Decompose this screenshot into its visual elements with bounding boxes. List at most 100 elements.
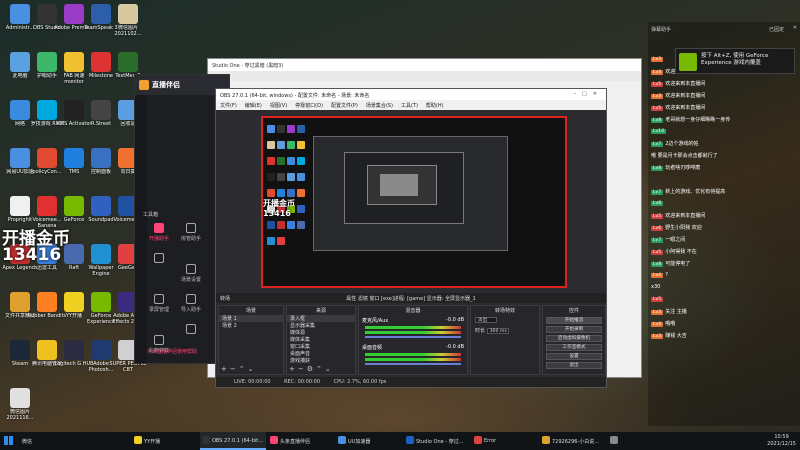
tool-button[interactable]: 导入助手 bbox=[175, 292, 207, 318]
taskbar-app[interactable]: 72926296-小白说... bbox=[540, 432, 606, 450]
preview-icon bbox=[287, 189, 295, 197]
source-item[interactable]: 游戏捕获 bbox=[287, 357, 355, 364]
tool-button[interactable]: 开播助手 bbox=[143, 221, 175, 247]
menu-item[interactable]: 工具(T) bbox=[401, 103, 418, 109]
menu-item[interactable]: 配置文件(P) bbox=[331, 103, 358, 109]
chat-message[interactable]: Lv8 可能停电了 bbox=[648, 258, 800, 270]
taskbar-app[interactable]: YY开播 bbox=[132, 432, 198, 450]
preview-icon bbox=[277, 237, 285, 245]
desktop-icon[interactable]: 微信图片 2021102... bbox=[108, 2, 148, 42]
windows-start-icon[interactable] bbox=[4, 436, 13, 445]
taskbar-app[interactable] bbox=[608, 432, 628, 450]
chat-message[interactable]: Lv3 欢迎来到本直播间 bbox=[648, 90, 800, 102]
chat-message[interactable] bbox=[648, 174, 800, 186]
menu-item[interactable]: 场景集合(S) bbox=[366, 103, 393, 109]
nested-preview-3 bbox=[367, 165, 437, 205]
tool-button[interactable]: 房管助手 bbox=[175, 221, 207, 247]
close-icon[interactable]: ✕ bbox=[793, 25, 797, 31]
chat-message[interactable]: Lv5 bbox=[648, 294, 800, 306]
scene-item[interactable]: 场景 2 bbox=[219, 322, 283, 329]
chat-pin-label[interactable]: 已固定 bbox=[769, 26, 784, 33]
taskbar-app[interactable]: 头条直播伴侣 bbox=[268, 432, 334, 450]
volume-slider[interactable] bbox=[365, 363, 461, 365]
level-badge: Lv8 bbox=[651, 118, 664, 123]
desktop-icon[interactable]: 微信图片 2021116... bbox=[0, 386, 40, 426]
tool-button[interactable]: 礼物特效 bbox=[143, 333, 175, 359]
chat-message[interactable]: x30 bbox=[648, 282, 800, 294]
tool-button[interactable]: 场景设置 bbox=[175, 262, 207, 288]
menu-item[interactable]: 停靠窗口(D) bbox=[295, 103, 323, 109]
tool-button[interactable] bbox=[175, 322, 207, 348]
source-item[interactable]: 窗口采集 bbox=[287, 343, 355, 350]
chat-message[interactable]: Lv7 一眼之间 bbox=[648, 234, 800, 246]
app-icon bbox=[10, 388, 30, 408]
message-text: ? bbox=[665, 272, 668, 278]
obs-window[interactable]: OBS 27.0.1 (64-bit, windows) - 配置文件: 未命名… bbox=[215, 88, 607, 388]
menu-item[interactable]: 编辑(E) bbox=[245, 103, 262, 109]
level-badge: Lv4 bbox=[651, 322, 664, 327]
taskbar-app[interactable]: Studio One - 穿过... bbox=[404, 432, 470, 450]
menu-item[interactable]: 文件(F) bbox=[220, 103, 237, 109]
taskbar-clock[interactable]: 10:59 2021/12/15 bbox=[767, 434, 796, 448]
chat-message[interactable]: Lv8 玩者啥刃哆啡磨 bbox=[648, 162, 800, 174]
scenes-dock-controls[interactable]: +−⌃⌄ bbox=[221, 365, 256, 373]
chat-message[interactable]: Lv5 欢迎来到本直播间 bbox=[648, 78, 800, 90]
level-badge: Lv4 bbox=[651, 70, 664, 75]
preview-icon bbox=[297, 173, 305, 181]
control-button[interactable]: 开始录制 bbox=[546, 326, 602, 333]
chat-message[interactable]: Lv4 哦哦 bbox=[648, 318, 800, 330]
chat-message[interactable]: Lv6 野生小阳我 欢迎 bbox=[648, 222, 800, 234]
menu-item[interactable]: 帮助(H) bbox=[426, 103, 444, 109]
chat-message[interactable]: Lv3 关注 主播 bbox=[648, 306, 800, 318]
volume-slider[interactable] bbox=[365, 336, 461, 338]
chat-message[interactable]: Lv5 欢迎来到本直播间 bbox=[648, 102, 800, 114]
source-item[interactable]: 媒体源 bbox=[287, 329, 355, 336]
level-badge: Lv7 bbox=[651, 190, 664, 195]
source-item[interactable]: 桌面声音 bbox=[287, 350, 355, 357]
transition-type-select[interactable]: 淡出 bbox=[475, 317, 497, 323]
taskbar-app-icon bbox=[202, 436, 210, 444]
scene-item[interactable]: 场景 1 bbox=[219, 315, 283, 322]
menu-item[interactable]: 视图(V) bbox=[270, 103, 287, 109]
tool-label: 导入助手 bbox=[180, 307, 201, 313]
level-badge: Lv5 bbox=[651, 250, 664, 255]
message-text: 野生小阳我 欢迎 bbox=[665, 225, 702, 231]
chat-message[interactable]: Lv8 老哥就想一身仔细瞧瞧一身传 bbox=[648, 114, 800, 126]
channel-db: -0.0 dB bbox=[446, 317, 464, 323]
source-item[interactable]: 媒体采集 bbox=[287, 336, 355, 343]
chat-message[interactable]: Lv10 bbox=[648, 126, 800, 138]
source-item[interactable]: 录入框 bbox=[287, 315, 355, 322]
control-button[interactable]: 启动虚拟摄像机 bbox=[546, 335, 602, 342]
duration-input[interactable]: 300 ms bbox=[486, 328, 509, 334]
chat-message[interactable]: Lv8 bbox=[648, 198, 800, 210]
sources-dock: 来源 录入框 显示器采集 媒体源 媒体采集 窗口采集 桌面声音 游戏捕获 +−⚙⌃⌄ bbox=[286, 305, 356, 375]
geforce-notification[interactable]: 按下 Alt+Z, 使用 GeForce Experience 游戏内覆盖 bbox=[675, 48, 795, 74]
tool-icon bbox=[186, 223, 196, 233]
level-badge: Lv7 bbox=[651, 238, 664, 243]
app-icon bbox=[118, 52, 138, 72]
control-button[interactable]: 工作室模式 bbox=[546, 344, 602, 351]
zhibo-help-link[interactable]: 头条直播伴侣使用帮助 bbox=[147, 348, 197, 355]
window-controls-icon[interactable]: –□✕ bbox=[574, 91, 603, 97]
source-toolbar-text[interactable]: 属性 滤镜 窗口 [exe]进程: [game] 显示器: 全屏显示器_1 bbox=[346, 296, 475, 302]
control-button[interactable]: 开始推流 bbox=[546, 317, 602, 324]
chat-message[interactable]: Lv7 2边个游戏的帕 bbox=[648, 138, 800, 150]
taskbar-app[interactable]: OBS 27.0.1 (64-bit... bbox=[200, 432, 266, 450]
taskbar-search[interactable]: 微信 bbox=[22, 435, 72, 447]
control-button[interactable]: 退出 bbox=[546, 362, 602, 369]
chat-message[interactable]: Lv3 赚钱 大吉 bbox=[648, 330, 800, 342]
chat-message[interactable]: Lv4? bbox=[648, 270, 800, 282]
taskbar-app[interactable]: UU加速器 bbox=[336, 432, 402, 450]
chat-message[interactable]: Lv5 小阿得我 不在 bbox=[648, 246, 800, 258]
obs-preview[interactable]: 开播金币 13416 bbox=[261, 116, 567, 288]
source-item[interactable]: 显示器采集 bbox=[287, 322, 355, 329]
taskbar-app[interactable]: Error bbox=[472, 432, 538, 450]
tool-icon bbox=[186, 264, 196, 274]
chat-message[interactable]: Lv5 欢迎来到本直播间 bbox=[648, 210, 800, 222]
sources-dock-controls[interactable]: +−⚙⌃⌄ bbox=[289, 365, 334, 373]
control-button[interactable]: 设置 bbox=[546, 353, 602, 360]
chat-message[interactable]: 哦 要是月卡那会点击都就行了 bbox=[648, 150, 800, 162]
chat-message[interactable]: Lv7 新上的游戏、优化有待提高 bbox=[648, 186, 800, 198]
tool-button[interactable]: 录屏管理 bbox=[143, 292, 175, 318]
tool-button[interactable] bbox=[143, 251, 175, 277]
